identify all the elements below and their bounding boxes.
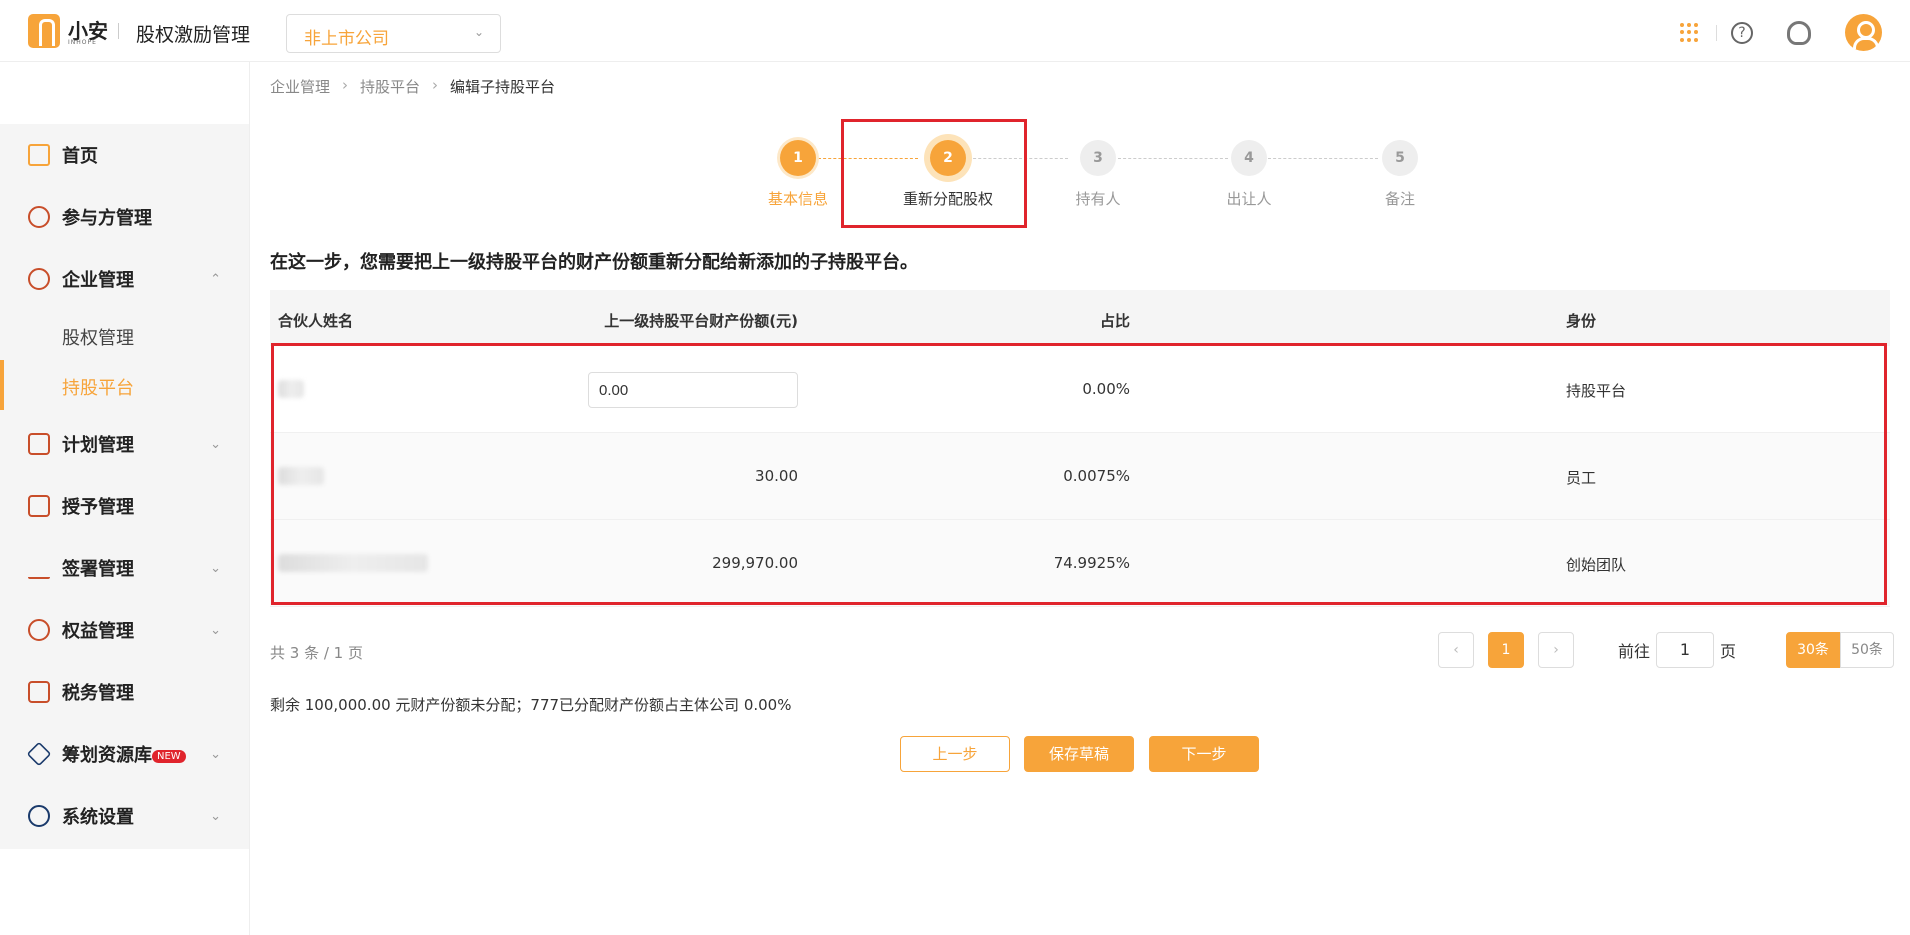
goto-page-input[interactable]: 1 xyxy=(1656,632,1715,668)
goto-page: 前往 1 页 xyxy=(1618,632,1736,668)
home-icon xyxy=(28,144,50,166)
chevron-down-icon: ⌄ xyxy=(210,622,221,638)
sidebar-subitem-label: 股权管理 xyxy=(62,328,134,349)
sidebar-subitem-holding-platform[interactable]: 持股平台 xyxy=(0,360,249,410)
sidebar-item-label: 税务管理 xyxy=(62,683,134,704)
support-icon[interactable] xyxy=(1787,20,1811,45)
rights-icon xyxy=(28,619,50,641)
sidebar-item-label: 权益管理 xyxy=(62,621,134,642)
user-avatar[interactable] xyxy=(1845,14,1882,51)
logo-sub: INHOPE xyxy=(68,39,97,46)
tax-icon xyxy=(28,681,50,703)
total-count: 共 3 条 / 1 页 xyxy=(270,644,363,662)
step-instruction: 在这一步，您需要把上一级持股平台的财产份额重新分配给新添加的子持股平台。 xyxy=(270,252,918,273)
page-size-50[interactable]: 50条 xyxy=(1840,632,1895,668)
prev-step-button[interactable]: 上一步 xyxy=(900,736,1010,772)
sidebar-item-participants[interactable]: 参与方管理 xyxy=(0,186,249,248)
header-role: 身份 xyxy=(1566,312,1597,330)
sidebar-item-label: 签署管理 xyxy=(62,559,134,580)
sidebar-item-resources[interactable]: 筹划资源库 NEW ⌄ xyxy=(0,723,249,785)
new-badge: NEW xyxy=(152,750,186,763)
pagination: ‹ 1 › 前往 1 页 30条 50条 xyxy=(1438,632,1895,668)
step-label: 出让人 xyxy=(1226,190,1272,208)
chevron-down-icon: ⌄ xyxy=(210,808,221,824)
sidebar-item-label: 计划管理 xyxy=(62,435,134,456)
logo[interactable]: 小安 INHOPE xyxy=(28,14,108,48)
layers-icon xyxy=(26,741,52,767)
step-number: 3 xyxy=(1080,140,1116,176)
sidebar-item-label: 企业管理 xyxy=(62,270,134,291)
divider xyxy=(1716,24,1717,41)
step-number: 1 xyxy=(780,140,816,176)
step-number: 5 xyxy=(1382,140,1418,176)
sidebar-item-grants[interactable]: 授予管理 xyxy=(0,475,249,537)
sidebar-item-plans[interactable]: 计划管理 ⌄ xyxy=(0,413,249,475)
divider xyxy=(118,23,119,39)
app-title: 股权激励管理 xyxy=(136,24,251,46)
sidebar-item-label: 系统设置 xyxy=(62,807,134,828)
header-ratio: 占比 xyxy=(1099,312,1130,330)
page-size-group: 30条 50条 xyxy=(1786,632,1895,668)
header-name: 合伙人姓名 xyxy=(278,312,354,330)
sidebar-item-signing[interactable]: 签署管理 ⌄ xyxy=(0,537,249,599)
sidebar-item-rights[interactable]: 权益管理 ⌄ xyxy=(0,599,249,661)
breadcrumb-item[interactable]: 企业管理 xyxy=(270,76,330,97)
step-label: 备注 xyxy=(1384,190,1415,208)
highlight-box xyxy=(271,343,1887,605)
sidebar-item-label: 授予管理 xyxy=(62,497,134,518)
chevron-right-icon: › xyxy=(432,76,439,94)
table-header: 合伙人姓名 上一级持股平台财产份额(元) 占比 身份 xyxy=(270,290,1890,346)
enterprise-icon xyxy=(28,268,50,290)
chevron-right-icon: › xyxy=(342,76,349,94)
apps-grid-icon[interactable] xyxy=(1680,22,1700,43)
chevron-down-icon: ⌄ xyxy=(210,746,221,762)
sidebar-menu: 首页 参与方管理 企业管理 ⌃ 股权管理 持股平台 计划管理 ⌄ 授予管理 签署… xyxy=(0,124,249,849)
grant-icon xyxy=(28,495,50,517)
step-5[interactable]: 5 备注 xyxy=(1325,140,1475,209)
highlight-box xyxy=(841,119,1027,228)
step-label: 持有人 xyxy=(1075,190,1121,208)
step-4[interactable]: 4 出让人 xyxy=(1174,140,1324,209)
next-page-button[interactable]: › xyxy=(1538,632,1574,668)
sidebar-item-label: 首页 xyxy=(62,146,98,167)
sidebar-subitem-label: 持股平台 xyxy=(62,378,134,399)
save-draft-button[interactable]: 保存草稿 xyxy=(1024,736,1134,772)
header-amount: 上一级持股平台财产份额(元) xyxy=(604,312,798,330)
sidebar-item-settings[interactable]: 系统设置 ⌄ xyxy=(0,785,249,847)
sidebar-item-tax[interactable]: 税务管理 xyxy=(0,661,249,723)
chevron-down-icon: ⌄ xyxy=(210,560,221,576)
breadcrumb-item[interactable]: 持股平台 xyxy=(360,76,420,97)
sign-icon xyxy=(28,557,50,579)
next-step-button[interactable]: 下一步 xyxy=(1149,736,1259,772)
page-number[interactable]: 1 xyxy=(1488,632,1524,668)
sidebar-subitem-equity[interactable]: 股权管理 xyxy=(0,310,249,360)
sidebar: 首页 参与方管理 企业管理 ⌃ 股权管理 持股平台 计划管理 ⌄ 授予管理 签署… xyxy=(0,62,250,935)
chevron-up-icon: ⌃ xyxy=(210,271,221,287)
remaining-summary: 剩余 100,000.00 元财产份额未分配；777已分配财产份额占主体公司 0… xyxy=(270,696,792,714)
users-icon xyxy=(28,206,50,228)
company-select[interactable]: 非上市公司 ⌄ xyxy=(286,14,501,53)
step-3[interactable]: 3 持有人 xyxy=(1023,140,1173,209)
sidebar-item-enterprise[interactable]: 企业管理 ⌃ xyxy=(0,248,249,310)
settings-icon xyxy=(28,805,50,827)
logo-icon xyxy=(28,14,60,48)
chevron-down-icon: ⌄ xyxy=(210,436,221,452)
goto-suffix: 页 xyxy=(1720,642,1737,661)
top-bar: 小安 INHOPE 股权激励管理 非上市公司 ⌄ ? xyxy=(0,0,1910,62)
sidebar-item-label: 参与方管理 xyxy=(62,208,152,229)
breadcrumb-current: 编辑子持股平台 xyxy=(450,78,556,96)
sidebar-item-home[interactable]: 首页 xyxy=(0,124,249,186)
goto-prefix: 前往 xyxy=(1618,642,1651,661)
top-icons: ? xyxy=(1680,14,1882,51)
plan-icon xyxy=(28,433,50,455)
help-icon[interactable]: ? xyxy=(1731,21,1753,44)
chevron-down-icon: ⌄ xyxy=(473,25,484,39)
sidebar-item-label: 筹划资源库 xyxy=(62,745,152,766)
breadcrumb: 企业管理 › 持股平台 › 编辑子持股平台 xyxy=(270,76,555,97)
company-select-value: 非上市公司 xyxy=(304,29,389,49)
prev-page-button[interactable]: ‹ xyxy=(1438,632,1474,668)
step-number: 4 xyxy=(1231,140,1267,176)
page-size-30[interactable]: 30条 xyxy=(1786,632,1841,668)
